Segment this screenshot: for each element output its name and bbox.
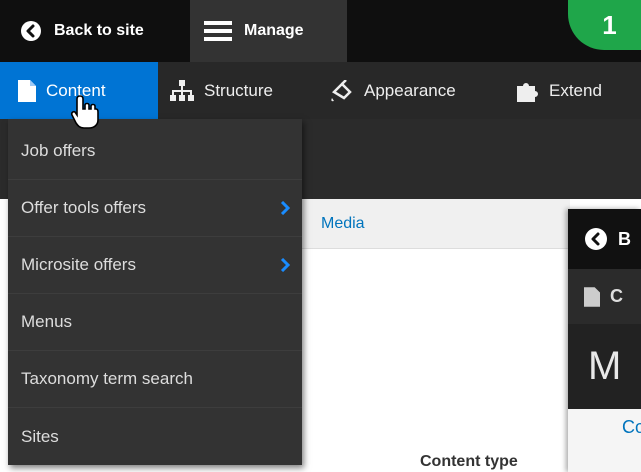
tab-structure-label: Structure xyxy=(204,80,273,100)
file-icon xyxy=(584,286,600,307)
menu-item-label: Offer tools offers xyxy=(21,198,147,217)
back-to-site-link[interactable]: Back to site xyxy=(0,0,190,62)
hamburger-icon xyxy=(204,21,232,41)
back-circle-icon xyxy=(585,228,607,250)
puzzle-icon xyxy=(517,82,538,102)
nested-back-bar: B xyxy=(568,209,641,269)
chevron-right-icon xyxy=(280,201,290,215)
tab-extend-label: Extend xyxy=(549,80,602,100)
sitemap-icon xyxy=(170,79,194,101)
menu-item-label: Job offers xyxy=(21,141,96,160)
tab-extend[interactable]: Extend xyxy=(515,62,641,119)
menu-item-label: Menus xyxy=(21,312,73,331)
menu-item-taxonomy-term-search[interactable]: Taxonomy term search xyxy=(8,351,302,408)
column-header-content-type[interactable]: Content type xyxy=(420,453,518,471)
media-tab[interactable]: Media xyxy=(300,199,570,249)
menu-item-microsite-offers[interactable]: Microsite offers xyxy=(8,237,302,294)
back-to-site-label: Back to site xyxy=(54,22,144,39)
manage-label: Manage xyxy=(244,22,304,39)
nested-link: Co xyxy=(622,417,641,437)
nested-back-label: B xyxy=(618,228,631,249)
menu-item-job-offers[interactable]: Job offers xyxy=(8,123,302,180)
tab-structure[interactable]: Structure xyxy=(170,62,305,119)
menu-item-sites[interactable]: Sites xyxy=(8,408,302,465)
nested-content-label: C xyxy=(610,286,623,306)
media-tab-label: Media xyxy=(321,214,365,232)
tab-appearance[interactable]: Appearance xyxy=(330,62,490,119)
hand-cursor-icon xyxy=(70,95,99,129)
menu-item-label: Taxonomy term search xyxy=(21,369,193,388)
menu-item-offer-tools-offers[interactable]: Offer tools offers xyxy=(8,180,302,237)
menu-item-label: Sites xyxy=(21,426,59,446)
chevron-right-icon xyxy=(280,258,290,272)
paintbrush-icon xyxy=(331,79,352,101)
nested-title: M xyxy=(588,344,622,388)
nested-title-bar: M xyxy=(568,324,641,409)
menu-item-label: Microsite offers xyxy=(21,255,136,274)
file-icon xyxy=(18,79,36,102)
nested-content-bar: C xyxy=(568,269,641,324)
manage-button[interactable]: Manage xyxy=(190,0,347,62)
menu-item-menus[interactable]: Menus xyxy=(8,294,302,351)
back-circle-icon xyxy=(21,21,41,41)
tab-appearance-label: Appearance xyxy=(364,80,456,100)
